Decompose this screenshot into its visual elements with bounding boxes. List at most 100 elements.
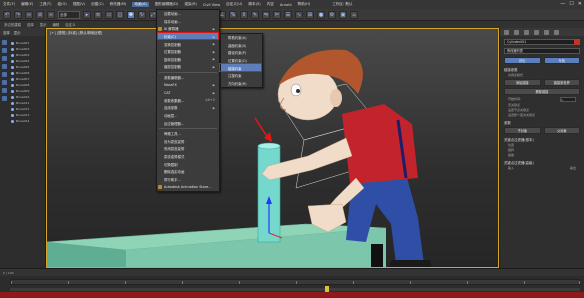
- ribbon-tab-customize[interactable]: 自定义: [65, 22, 75, 27]
- menu-item-save-animation[interactable]: 保存动画...: [157, 18, 219, 26]
- menu-edit[interactable]: 编辑(E): [21, 2, 33, 7]
- mirror-icon[interactable]: ⇋: [262, 10, 270, 19]
- menu-customize[interactable]: 自定义(U): [226, 2, 242, 7]
- filter-row[interactable]: 旋转: [508, 148, 576, 152]
- workspace-selector[interactable]: 工作区: 默认: [332, 2, 352, 7]
- filter-geometry-icon[interactable]: [2, 40, 7, 45]
- select-object-icon[interactable]: ▸: [83, 10, 91, 19]
- menu-item-orientation-constraint[interactable]: 方向约束(R): [221, 80, 262, 88]
- filter-shapes-icon[interactable]: [2, 48, 7, 53]
- named-selection-icon[interactable]: ✎: [251, 10, 259, 19]
- menu-arnold[interactable]: Arnold: [280, 3, 292, 7]
- motion-tab-icon[interactable]: [534, 29, 539, 35]
- material-editor-icon[interactable]: ●: [317, 10, 325, 19]
- redo-icon[interactable]: ↷: [14, 10, 22, 19]
- time-slider[interactable]: 0 / 100: [0, 268, 584, 276]
- menu-item-parameter-editor[interactable]: 参数编辑器...: [157, 74, 219, 82]
- menu-views[interactable]: 视图(V): [73, 2, 85, 7]
- filter-helpers-icon[interactable]: [2, 72, 7, 77]
- filter-bones-icon[interactable]: [2, 96, 7, 101]
- rect-selection-icon[interactable]: ▭: [105, 10, 113, 19]
- menu-civil-view[interactable]: Civil View: [203, 3, 220, 7]
- display-tab-icon[interactable]: [544, 29, 549, 35]
- menu-item-rotation-controllers[interactable]: 旋转控制器 ▶: [157, 56, 219, 64]
- filter-groups-icon[interactable]: [2, 88, 7, 93]
- list-item[interactable]: Bone014: [11, 118, 29, 124]
- schematic-view-icon[interactable]: ⊞: [306, 10, 314, 19]
- filter-lights-icon[interactable]: [2, 56, 7, 61]
- layer-explorer-icon[interactable]: ☰: [284, 10, 292, 19]
- move-icon[interactable]: ✥: [127, 10, 135, 19]
- menu-animation[interactable]: 动画(A): [132, 2, 149, 7]
- key-option-row[interactable]: 设置节点关键点: [508, 108, 576, 112]
- link-params-rollout[interactable]: 链接参数: [504, 67, 580, 72]
- filter-rotation[interactable]: 旋转: [508, 148, 514, 152]
- link-icon[interactable]: ∞: [25, 10, 33, 19]
- select-by-name-icon[interactable]: ≡: [94, 10, 102, 19]
- filter-spacewarps-icon[interactable]: [2, 80, 7, 85]
- delete-link-button[interactable]: 删除链接: [504, 88, 580, 95]
- align-icon[interactable]: ⊨: [273, 10, 281, 19]
- menu-item-attachment-constraint[interactable]: 附着约束(A): [221, 34, 262, 42]
- window-crossing-icon[interactable]: ◫: [116, 10, 124, 19]
- menu-item-wire-parameters[interactable]: 连线参数 ▶: [157, 104, 219, 112]
- key-filters-advanced-rollout[interactable]: 关键点过滤器(高级): [504, 160, 580, 165]
- filter-row[interactable]: 位置: [508, 143, 576, 147]
- menu-item-scale-controllers[interactable]: 缩放控制器 ▶: [157, 63, 219, 71]
- menu-item-massfx[interactable]: MassFX ▶: [157, 81, 219, 89]
- object-name-field[interactable]: Cylinder001: [504, 39, 580, 45]
- menu-modifiers[interactable]: 修改器(M): [110, 2, 127, 7]
- filter-cameras-icon[interactable]: [2, 64, 7, 69]
- menu-item-walkthrough-assistant[interactable]: 穿行助手...: [157, 175, 219, 183]
- menu-item-animation-store[interactable]: Autodesk Animation Store...: [157, 183, 219, 191]
- menu-item-animation-layers[interactable]: 动画层...: [157, 112, 219, 120]
- explorer-tab-select[interactable]: 选择: [3, 30, 10, 35]
- menu-help[interactable]: 帮助(H): [298, 2, 311, 7]
- key-option-row[interactable]: 设置整个层次关键点: [508, 113, 576, 117]
- menu-group[interactable]: 组(G): [58, 2, 67, 7]
- menu-scripting[interactable]: 脚本(S): [248, 2, 260, 7]
- render-icon[interactable]: ☕: [350, 10, 358, 19]
- filter-output[interactable]: 输出: [570, 166, 576, 170]
- lathe-button[interactable]: 车削: [543, 57, 580, 64]
- key-track[interactable]: [10, 288, 580, 291]
- modifier-list-dropdown[interactable]: 修改器列表: [504, 48, 580, 54]
- menu-content[interactable]: 内容: [267, 2, 274, 7]
- maximize-icon[interactable]: ☐: [569, 1, 573, 7]
- menu-item-assume-skin-pose[interactable]: 采用蒙皮姿势: [157, 145, 219, 153]
- key-option-row[interactable]: 无关键点: [508, 103, 576, 107]
- ribbon-left-label[interactable]: 多边形建模: [4, 22, 21, 27]
- modify-tab-icon[interactable]: [514, 29, 519, 35]
- menu-item-path-constraint[interactable]: 路径约束(P): [221, 49, 262, 57]
- utilities-tab-icon[interactable]: [554, 29, 559, 35]
- set-hierarchy-key-radio[interactable]: 设置整个层次关键点: [508, 113, 535, 117]
- no-key-radio[interactable]: 无关键点: [508, 103, 520, 107]
- close-icon[interactable]: ✕: [578, 1, 582, 7]
- filter-position[interactable]: 位置: [508, 143, 514, 147]
- ribbon-tab-select[interactable]: 选择: [27, 22, 34, 27]
- set-node-key-radio[interactable]: 设置节点关键点: [508, 108, 529, 112]
- menu-item-surface-constraint[interactable]: 曲面约束(S): [221, 42, 262, 50]
- menu-rendering[interactable]: 渲染(R): [184, 2, 197, 7]
- filter-scale[interactable]: 缩放: [508, 153, 514, 157]
- ribbon-tab-edit[interactable]: 编辑: [53, 22, 60, 27]
- menu-item-position-controllers[interactable]: 位置控制器 ▶: [157, 48, 219, 56]
- perspective-viewport[interactable]: [+] [透视] [标准] [默认明暗处理]: [46, 28, 499, 268]
- create-tab-icon[interactable]: [504, 29, 509, 35]
- parent-object-button[interactable]: 父对象: [543, 127, 580, 134]
- menu-item-transform-controllers[interactable]: 变换控制器 ▶: [157, 40, 219, 48]
- menu-item-lookat-constraint[interactable]: 注视约束: [221, 72, 262, 80]
- rendered-frame-icon[interactable]: ▣: [339, 10, 347, 19]
- menu-tools[interactable]: 工具(T): [39, 2, 51, 7]
- selection-filter-combo[interactable]: 全部: [58, 10, 80, 19]
- menu-item-skin-pose-mode[interactable]: 蒙皮姿势模式: [157, 153, 219, 161]
- extrude-button[interactable]: 挤出: [504, 57, 541, 64]
- menu-item-set-skin-pose[interactable]: 设为蒙皮姿势: [157, 138, 219, 146]
- render-setup-icon[interactable]: ⚙: [328, 10, 336, 19]
- rotate-icon[interactable]: ↻: [138, 10, 146, 19]
- menu-item-toggle-limits[interactable]: 切换限制: [157, 160, 219, 168]
- menu-graph-editors[interactable]: 图形编辑器(D): [155, 2, 179, 7]
- menu-item-load-animation[interactable]: 加载动画...: [157, 10, 219, 18]
- menu-item-bone-tools[interactable]: 骨骼工具...: [157, 130, 219, 138]
- menu-item-parameter-collector[interactable]: 参数收集器... Alt+2: [157, 97, 219, 105]
